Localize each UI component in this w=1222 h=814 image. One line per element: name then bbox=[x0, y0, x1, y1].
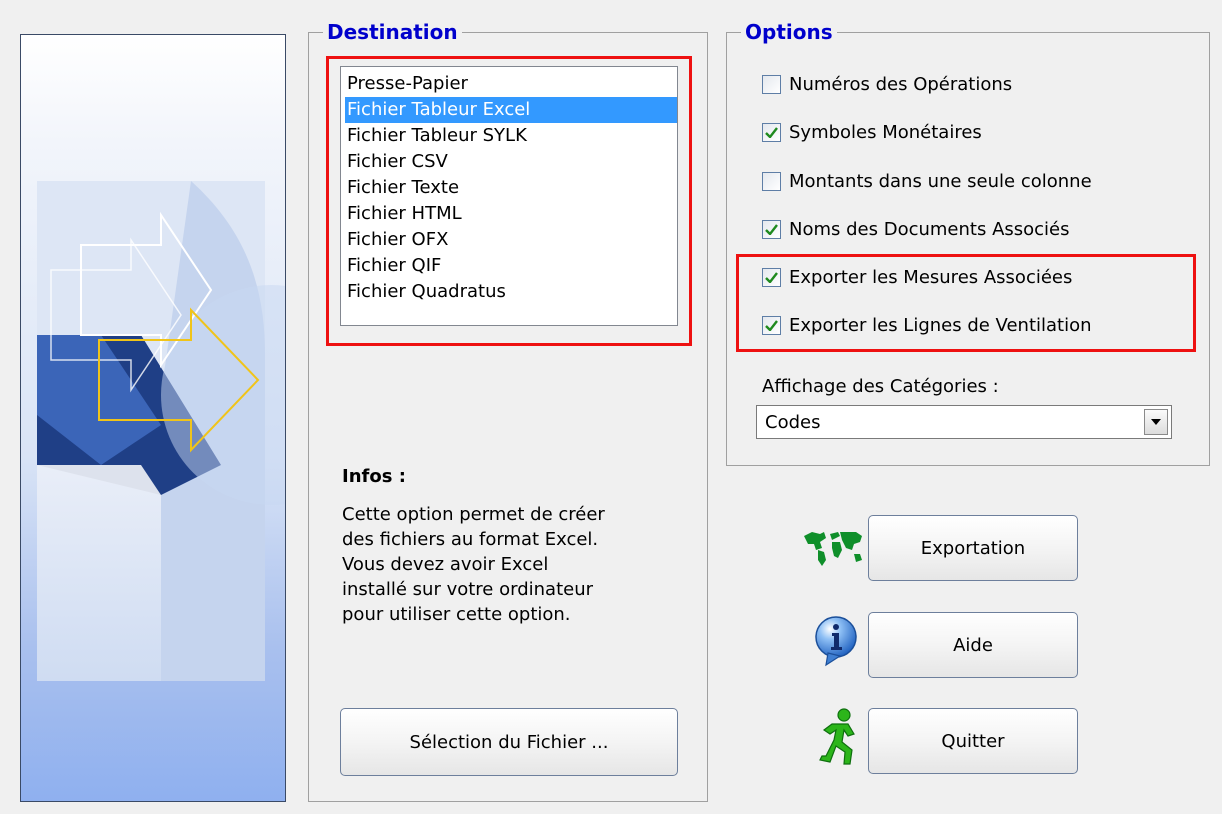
option-row[interactable]: Exporter les Lignes de Ventilation bbox=[762, 313, 1092, 337]
option-label: Numéros des Opérations bbox=[789, 73, 1013, 95]
checkbox-checked-icon[interactable] bbox=[762, 219, 781, 239]
option-label: Montants dans une seule colonne bbox=[789, 170, 1092, 192]
listbox-item[interactable]: Fichier Texte bbox=[345, 175, 677, 201]
checkbox-checked-icon[interactable] bbox=[762, 315, 781, 335]
listbox-item[interactable]: Fichier CSV bbox=[345, 149, 677, 175]
option-label: Exporter les Mesures Associées bbox=[789, 266, 1073, 288]
export-button[interactable]: Exportation bbox=[868, 515, 1078, 581]
world-map-icon bbox=[802, 528, 866, 568]
listbox-item[interactable]: Fichier Tableur Excel bbox=[345, 97, 677, 123]
dropdown-arrow-icon[interactable] bbox=[1144, 409, 1168, 435]
listbox-item[interactable]: Fichier OFX bbox=[345, 227, 677, 253]
option-row[interactable]: Symboles Monétaires bbox=[762, 120, 982, 144]
checkbox-checked-icon[interactable] bbox=[762, 122, 781, 142]
listbox-item[interactable]: Fichier QIF bbox=[345, 253, 677, 279]
category-display-label: Affichage des Catégories : bbox=[762, 376, 999, 397]
options-group: Options bbox=[726, 21, 1210, 466]
checkbox-unchecked-icon[interactable] bbox=[762, 74, 781, 94]
infos-line: pour utiliser cette option. bbox=[342, 604, 571, 625]
listbox-item[interactable]: Presse-Papier bbox=[345, 71, 677, 97]
option-label: Exporter les Lignes de Ventilation bbox=[789, 314, 1092, 336]
destination-listbox[interactable]: Presse-Papier Fichier Tableur Excel Fichie… bbox=[340, 66, 678, 326]
category-display-select[interactable]: Codes bbox=[756, 405, 1172, 439]
options-title: Options bbox=[741, 21, 837, 43]
infos-line: installé sur votre ordinateur bbox=[342, 579, 594, 600]
decorative-banner bbox=[20, 34, 286, 802]
infos-line: Cette option permet de créer bbox=[342, 504, 605, 525]
destination-title: Destination bbox=[323, 21, 462, 43]
listbox-item[interactable]: Fichier HTML bbox=[345, 201, 677, 227]
option-row[interactable]: Numéros des Opérations bbox=[762, 72, 1012, 96]
option-row[interactable]: Montants dans une seule colonne bbox=[762, 169, 1092, 193]
option-row[interactable]: Exporter les Mesures Associées bbox=[762, 265, 1072, 289]
category-display-value: Codes bbox=[765, 412, 821, 433]
help-button[interactable]: Aide bbox=[868, 612, 1078, 678]
select-file-button[interactable]: Sélection du Fichier ... bbox=[340, 708, 678, 776]
option-row[interactable]: Noms des Documents Associés bbox=[762, 217, 1070, 241]
checkbox-checked-icon[interactable] bbox=[762, 267, 781, 287]
info-bubble-icon bbox=[812, 615, 862, 667]
listbox-item[interactable]: Fichier Quadratus bbox=[345, 279, 677, 305]
infos-text: Cette option permet de créer des fichiers… bbox=[342, 502, 692, 627]
quit-button[interactable]: Quitter bbox=[868, 708, 1078, 774]
listbox-item[interactable]: Fichier Tableur SYLK bbox=[345, 123, 677, 149]
infos-line: des fichiers au format Excel. bbox=[342, 529, 599, 550]
running-man-icon bbox=[810, 706, 866, 768]
infos-line: Vous devez avoir Excel bbox=[342, 554, 549, 575]
infos-title: Infos : bbox=[342, 466, 406, 487]
option-label: Noms des Documents Associés bbox=[789, 218, 1070, 240]
checkbox-unchecked-icon[interactable] bbox=[762, 171, 781, 191]
option-label: Symboles Monétaires bbox=[789, 121, 982, 143]
